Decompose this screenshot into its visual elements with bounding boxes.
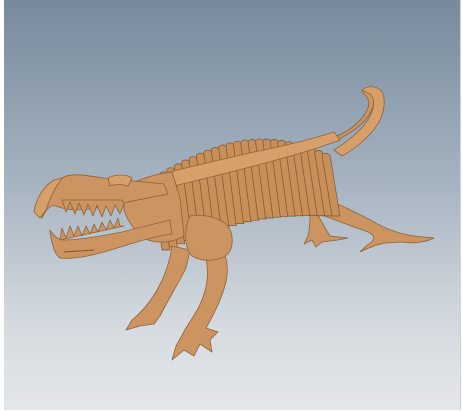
3d-viewport[interactable] <box>4 0 461 410</box>
model-canvas <box>33 86 435 361</box>
eye-ridge <box>107 174 133 187</box>
model[interactable] <box>33 86 435 361</box>
front-leg-far <box>125 245 191 331</box>
